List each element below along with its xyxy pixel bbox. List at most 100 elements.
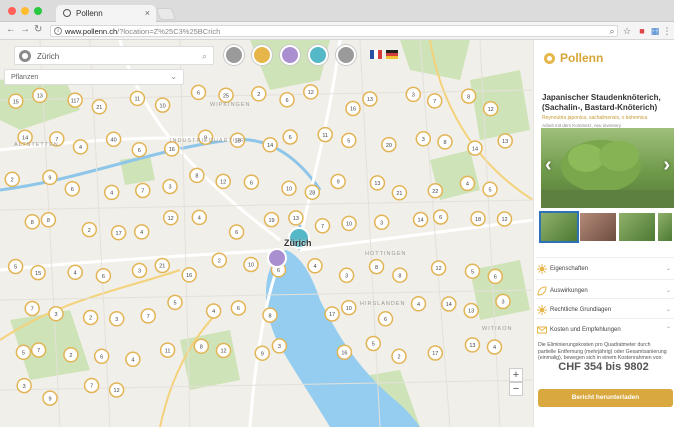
address-bar[interactable]: i www.pollenn.ch/?location=Z%25C3%25BCri…	[50, 25, 618, 37]
plant-marker[interactable]: 14	[441, 296, 457, 312]
plant-marker[interactable]: 117	[67, 92, 83, 108]
plant-marker[interactable]: 20	[381, 136, 397, 153]
bookmark-star-icon[interactable]: ☆	[622, 26, 632, 36]
plant-marker[interactable]: 3	[16, 377, 32, 394]
plant-marker[interactable]: 2	[251, 86, 267, 102]
plant-marker[interactable]: 17	[324, 306, 340, 322]
plant-marker[interactable]: 7	[314, 218, 331, 234]
plant-marker[interactable]: 8	[460, 88, 477, 104]
plant-marker[interactable]: 4	[67, 264, 83, 281]
plant-marker[interactable]: 12	[496, 211, 513, 227]
plant-marker[interactable]: 6	[230, 300, 247, 316]
plant-marker[interactable]: 4	[459, 175, 476, 192]
plant-marker[interactable]: 21	[91, 99, 108, 115]
plant-marker[interactable]: 15	[8, 93, 24, 109]
extension-menu-icon[interactable]: ⋮	[662, 26, 672, 36]
plant-marker[interactable]: 4	[410, 296, 427, 312]
plant-marker[interactable]: 17	[427, 345, 444, 361]
plant-marker[interactable]: 5	[167, 294, 183, 311]
plant-marker[interactable]: 11	[317, 126, 333, 143]
category-grey-button[interactable]	[336, 45, 356, 65]
plant-marker[interactable]: 5	[365, 335, 382, 352]
plant-photo-carousel[interactable]: ‹ ›	[541, 128, 674, 208]
zoom-in-button[interactable]: +	[509, 368, 523, 382]
plant-marker[interactable]: 5	[341, 132, 357, 149]
extension-calendar-icon[interactable]: ▦	[650, 26, 660, 36]
plant-marker[interactable]: 2	[211, 252, 228, 268]
plant-marker[interactable]: 10	[243, 256, 259, 273]
plant-marker[interactable]: 13	[369, 175, 386, 191]
maximize-window-button[interactable]	[34, 7, 42, 15]
french-flag-icon[interactable]	[370, 50, 382, 59]
plant-marker[interactable]: 4	[72, 139, 89, 155]
plant-marker[interactable]: 3	[108, 311, 125, 327]
minimize-window-button[interactable]	[21, 7, 29, 15]
plant-marker[interactable]: 8	[262, 307, 278, 323]
plant-filter-select[interactable]: Pflanzen ⌄	[4, 69, 184, 85]
plant-marker[interactable]: 2	[63, 347, 79, 363]
plant-marker[interactable]: 6	[93, 348, 110, 365]
thumbnail[interactable]	[539, 211, 579, 243]
thumbnail[interactable]	[580, 213, 616, 241]
plant-marker[interactable]: 3	[495, 293, 511, 310]
plant-marker[interactable]: 25	[218, 87, 234, 103]
plant-marker[interactable]: 9	[42, 390, 58, 406]
german-flag-icon[interactable]	[386, 50, 398, 59]
search-icon[interactable]: ⌕	[202, 51, 207, 62]
plant-marker[interactable]: 12	[303, 84, 319, 100]
plant-marker[interactable]: 16	[345, 100, 361, 117]
new-tab-button[interactable]	[155, 8, 177, 20]
section-eigenschaften[interactable]: Eigenschaften ⌄	[536, 257, 674, 279]
plant-marker[interactable]: 12	[215, 342, 232, 359]
location-search-input[interactable]: Zürich ⌕	[14, 46, 214, 65]
plant-marker[interactable]: 3	[48, 305, 64, 322]
plant-marker[interactable]: 4	[191, 209, 208, 226]
carousel-prev-icon[interactable]: ‹	[545, 154, 552, 177]
plant-marker[interactable]: 21	[391, 185, 408, 201]
plant-marker[interactable]: 6	[95, 267, 112, 284]
plant-marker[interactable]: 8	[189, 167, 205, 184]
back-icon[interactable]: ←	[6, 24, 16, 35]
plant-marker[interactable]: 19	[263, 211, 280, 228]
plant-marker[interactable]: 13	[362, 91, 378, 107]
plant-marker[interactable]: 5	[464, 263, 481, 279]
plant-marker[interactable]: 8	[392, 267, 408, 283]
plant-marker[interactable]: 18	[470, 210, 486, 227]
plant-marker[interactable]: 13	[464, 337, 481, 353]
thumbnail[interactable]	[658, 213, 672, 241]
plant-marker[interactable]: 7	[83, 377, 100, 394]
plant-marker[interactable]: 12	[430, 260, 447, 276]
forward-icon[interactable]: →	[20, 24, 30, 35]
plant-marker[interactable]: 17	[110, 224, 127, 241]
map-canvas[interactable]: 15131172111106 25 261216133781214 74406 169 1…	[0, 40, 533, 427]
plant-marker[interactable]: 6	[432, 209, 449, 225]
plant-marker[interactable]: 7	[140, 308, 156, 324]
plant-marker[interactable]: 5	[15, 344, 32, 361]
plant-marker[interactable]: 11	[159, 342, 176, 358]
reload-icon[interactable]: ↻	[34, 24, 42, 35]
plant-marker[interactable]: 6	[64, 181, 81, 197]
plant-marker[interactable]: 10	[341, 215, 357, 232]
plant-marker[interactable]: 16	[164, 141, 180, 157]
plant-marker[interactable]: 4	[307, 258, 323, 274]
plant-marker[interactable]: 16	[181, 267, 197, 283]
plant-marker[interactable]: 8	[437, 134, 453, 150]
category-sun-button[interactable]	[252, 45, 272, 65]
plant-marker[interactable]: 6	[228, 224, 245, 240]
plant-marker[interactable]: 14	[467, 140, 483, 156]
plant-marker[interactable]: 10	[154, 97, 171, 113]
plant-marker[interactable]: 21	[154, 257, 171, 274]
plant-marker[interactable]: 3	[338, 267, 355, 284]
plant-marker[interactable]: 9	[42, 169, 58, 186]
plant-marker[interactable]: 4	[205, 303, 222, 319]
plant-marker[interactable]: 14	[262, 137, 278, 153]
plant-marker[interactable]: 4	[125, 351, 141, 368]
plant-marker[interactable]: 15	[30, 264, 46, 281]
plant-marker[interactable]: 8	[368, 258, 385, 275]
tab-close-button[interactable]: ×	[145, 8, 150, 18]
plant-marker[interactable]: 2	[4, 171, 20, 188]
section-rechtliche-grundlagen[interactable]: Rechtliche Grundlagen ⌄	[536, 298, 674, 320]
category-teal-button[interactable]	[308, 45, 328, 65]
plant-marker[interactable]: 5	[7, 258, 24, 275]
plant-marker[interactable]: 8	[193, 338, 210, 354]
